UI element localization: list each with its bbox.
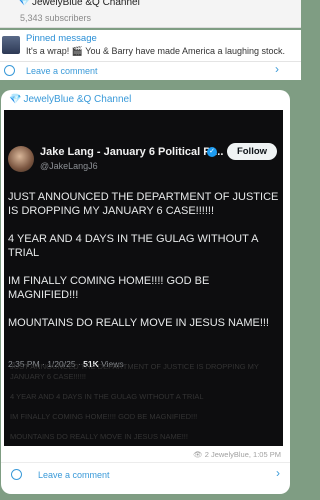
tweet-handle: @JakeLangJ6: [40, 161, 98, 171]
diamond-icon: 💎: [18, 0, 31, 7]
divider: [1, 462, 290, 463]
post-paragraph: MOUNTAINS DO REALLY MOVE IN JESUS NAME!!…: [10, 432, 188, 441]
post-text: JUST ANNOUNCED THE DEPARTMENT OF JUSTICE…: [10, 362, 282, 452]
chevron-right-icon[interactable]: ›: [276, 466, 280, 480]
subscriber-count: 5,343 subscribers: [20, 13, 92, 23]
follow-button[interactable]: Follow: [227, 143, 277, 160]
leave-comment-button[interactable]: Leave a comment: [38, 470, 110, 480]
tweet-body: JUST ANNOUNCED THE DEPARTMENT OF JUSTICE…: [8, 190, 281, 344]
comment-icon: [11, 469, 22, 480]
verified-badge-icon: ✓: [207, 147, 217, 157]
post-paragraph: JUST ANNOUNCED THE DEPARTMENT OF JUSTICE…: [10, 362, 259, 381]
channel-post: 💎 JewelyBlue &Q Channel Jake Lang - Janua…: [1, 90, 290, 494]
leave-comment-label: Leave a comment: [26, 66, 98, 76]
post-footer: 👁 2 JewelyBlue, 1:05 PM: [193, 450, 281, 459]
pinned-thumbnail: [2, 36, 20, 54]
tweet-paragraph: JUST ANNOUNCED THE DEPARTMENT OF JUSTICE…: [8, 191, 279, 217]
post-channel-name[interactable]: 💎 JewelyBlue &Q Channel: [9, 94, 131, 105]
channel-header[interactable]: 💎 JewelyBlue &Q Channel 5,343 subscriber…: [0, 0, 301, 28]
channel-title: JewelyBlue &Q Channel: [32, 0, 140, 8]
comment-icon: [4, 65, 15, 76]
chevron-right-icon: ›: [275, 62, 279, 76]
post-author-time: JewelyBlue, 1:05 PM: [210, 450, 281, 459]
tweet-paragraph: MOUNTAINS DO REALLY MOVE IN JESUS NAME!!…: [8, 317, 269, 329]
post-paragraph: 4 YEAR AND 4 DAYS IN THE GULAG WITHOUT A…: [10, 392, 204, 401]
tweet-author-name: Jake Lang - January 6 Political Pr...: [40, 146, 224, 158]
tweet-paragraph: 4 YEAR AND 4 DAYS IN THE GULAG WITHOUT A…: [8, 233, 258, 259]
profile-avatar: [8, 146, 34, 172]
eye-icon: 👁: [193, 450, 203, 459]
leave-comment-top[interactable]: Leave a comment ›: [0, 62, 301, 80]
pinned-message-bar[interactable]: Pinned message It's a wrap! 🎬 You & Barr…: [0, 30, 301, 62]
diamond-icon: 💎: [9, 94, 22, 105]
pinned-label: Pinned message: [26, 33, 97, 44]
tweet-paragraph: IM FINALLY COMING HOME!!!! GOD BE MAGNIF…: [8, 275, 210, 301]
view-count: 2: [204, 450, 209, 459]
post-paragraph: IM FINALLY COMING HOME!!!! GOD BE MAGNIF…: [10, 412, 198, 421]
pinned-text: It's a wrap! 🎬 You & Barry have made Ame…: [26, 46, 286, 56]
